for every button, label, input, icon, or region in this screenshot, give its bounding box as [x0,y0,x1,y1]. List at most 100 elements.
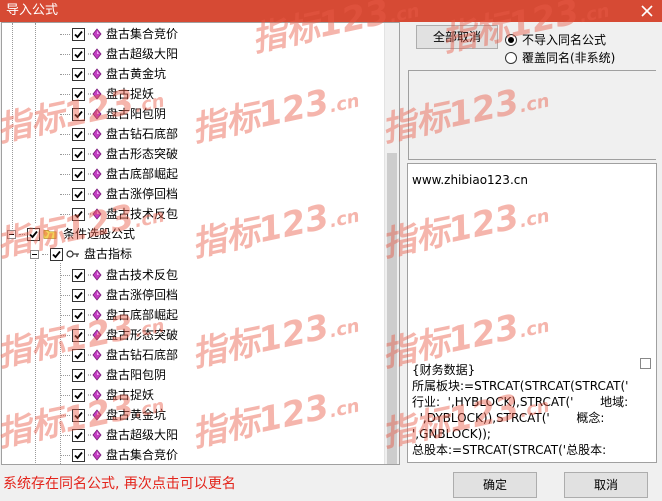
tree-item[interactable]: 盘古技术反包 [60,265,178,285]
tree-item[interactable]: 盘古底部崛起 [60,305,178,325]
formula-gem-icon [88,68,102,80]
ok-button[interactable]: 确定 [453,472,537,498]
tree-item[interactable]: 盘古集合竞价 [60,445,178,464]
tree-connector [60,173,70,175]
item-checkbox[interactable] [72,107,85,121]
code-line: ',GNBLOCK)); [412,427,491,441]
tree-item-label: 盘古黄金坑 [106,408,167,422]
tree-item[interactable]: 盘古底部崛起 [60,164,178,184]
tree-item-label: 盘古涨停回档 [106,187,179,201]
item-checkbox[interactable] [72,288,85,302]
formula-gem-icon [88,389,102,401]
formula-gem-icon [88,369,102,381]
formula-tree[interactable]: 盘古集合竞价 盘古超级大阳 盘古黄金坑 盘古捉妖 盘古阳包阴 盘古钻石底部 盘古形态突破 盘古… [1,22,400,465]
code-line: 总股本:=STRCAT(STRCAT('总股本: [412,443,607,457]
tree-item-label: 盘古技术反包 [106,268,179,282]
item-checkbox[interactable] [72,187,85,201]
tree-item-label: 盘古阳包阴 [106,107,167,121]
tree-item[interactable]: 盘古超级大阳 [60,425,178,445]
formula-gem-icon [88,309,102,321]
item-checkbox[interactable] [72,87,85,101]
item-checkbox[interactable] [72,268,85,282]
tree-item[interactable]: 盘古集合竞价 [60,24,178,44]
tree-item-label: 盘古超级大阳 [106,428,179,442]
tree-connector [60,73,70,75]
item-checkbox[interactable] [72,368,85,382]
status-message: 系统存在同名公式, 再次点击可以更名 [3,476,236,492]
item-checkbox[interactable] [72,67,85,81]
window-title: 导入公式 [6,3,59,18]
tree-item-label: 盘古涨停回档 [106,288,179,302]
item-checkbox[interactable] [72,448,85,462]
radio-no-import[interactable]: 不导入同名公式 [505,31,606,48]
item-checkbox[interactable] [72,27,85,41]
description-url: www.zhibiao123.cn [412,173,528,187]
radio-no-import-label: 不导入同名公式 [522,33,607,47]
tree-connector [60,113,70,115]
item-checkbox[interactable] [72,408,85,422]
close-button[interactable] [638,2,656,20]
tree-connector [60,153,70,155]
tree-connector [60,314,70,316]
cancel-button[interactable]: 取消 [564,472,648,498]
formula-gem-icon [88,48,102,60]
tree-scrollbar[interactable] [384,23,399,464]
tree-item[interactable]: 盘古阳包阴 [60,365,166,385]
expand-toggle[interactable] [7,229,16,239]
tree-item[interactable]: 盘古黄金坑 [60,64,166,84]
description-code: {财务数据} 所属板块:=STRCAT(STRCAT(STRCAT(' 行业: ',… [412,362,642,458]
code-line: {财务数据} [412,363,476,377]
tree-item[interactable]: 盘古形态突破 [60,144,178,164]
tree-connector [60,334,70,336]
tree-item-label: 盘古技术反包 [106,207,179,221]
tree-guide-line [35,255,36,464]
tree-item[interactable]: 盘古超级大阳 [60,44,178,64]
formula-gem-icon [88,128,102,140]
item-checkbox[interactable] [72,167,85,181]
tree-item[interactable]: 盘古涨停回档 [60,285,178,305]
tree-item[interactable]: 盘古涨停回档 [60,184,178,204]
category-checkbox[interactable] [27,227,40,241]
expand-toggle[interactable] [30,249,39,259]
tree-connector [60,133,70,135]
tree-item[interactable]: 盘古钻石底部 [60,345,178,365]
item-checkbox[interactable] [72,127,85,141]
formula-gem-icon [88,28,102,40]
tree-item[interactable]: 盘古黄金坑 [60,405,166,425]
tree-connector [60,193,70,195]
formula-gem-icon [88,188,102,200]
item-checkbox[interactable] [72,428,85,442]
tree-category[interactable]: 条件选股公式 [7,224,135,244]
subgroup-checkbox[interactable] [50,247,63,261]
folder-icon [43,228,59,240]
item-checkbox[interactable] [72,388,85,402]
tree-connector [60,53,70,55]
item-checkbox[interactable] [72,328,85,342]
tree-item-label: 盘古钻石底部 [106,127,179,141]
tree-item-label: 盘古捉妖 [106,388,155,402]
tree-guide-line [35,23,36,223]
item-checkbox[interactable] [72,47,85,61]
tree-item[interactable]: 盘古技术反包 [60,204,178,224]
tree-item[interactable]: 盘古钻石底部 [60,124,178,144]
formula-gem-icon [88,289,102,301]
tree-item[interactable]: 盘古捉妖 [60,84,154,104]
tree-item[interactable]: 盘古捉妖 [60,385,154,405]
item-checkbox[interactable] [72,207,85,221]
item-checkbox[interactable] [72,348,85,362]
cancel-all-button[interactable]: 全部取消 [416,25,498,49]
scrollbar-thumb[interactable] [387,153,397,464]
tree-subgroup[interactable]: 盘古指标 [30,244,132,264]
formula-gem-icon [88,269,102,281]
tree-item[interactable]: 盘古形态突破 [60,325,178,345]
radio-overwrite[interactable]: 覆盖同名(非系统) [505,49,615,66]
info-panel [408,70,656,160]
item-checkbox[interactable] [72,308,85,322]
tree-connector [60,294,70,296]
tree-item[interactable]: 盘古阳包阴 [60,104,166,124]
item-checkbox[interactable] [72,147,85,161]
description-box[interactable]: www.zhibiao123.cn {财务数据} 所属板块:=STRCAT(STR… [407,163,657,463]
formula-gem-icon [88,349,102,361]
tree-item-label: 盘古形态突破 [106,147,179,161]
close-icon [641,5,653,17]
